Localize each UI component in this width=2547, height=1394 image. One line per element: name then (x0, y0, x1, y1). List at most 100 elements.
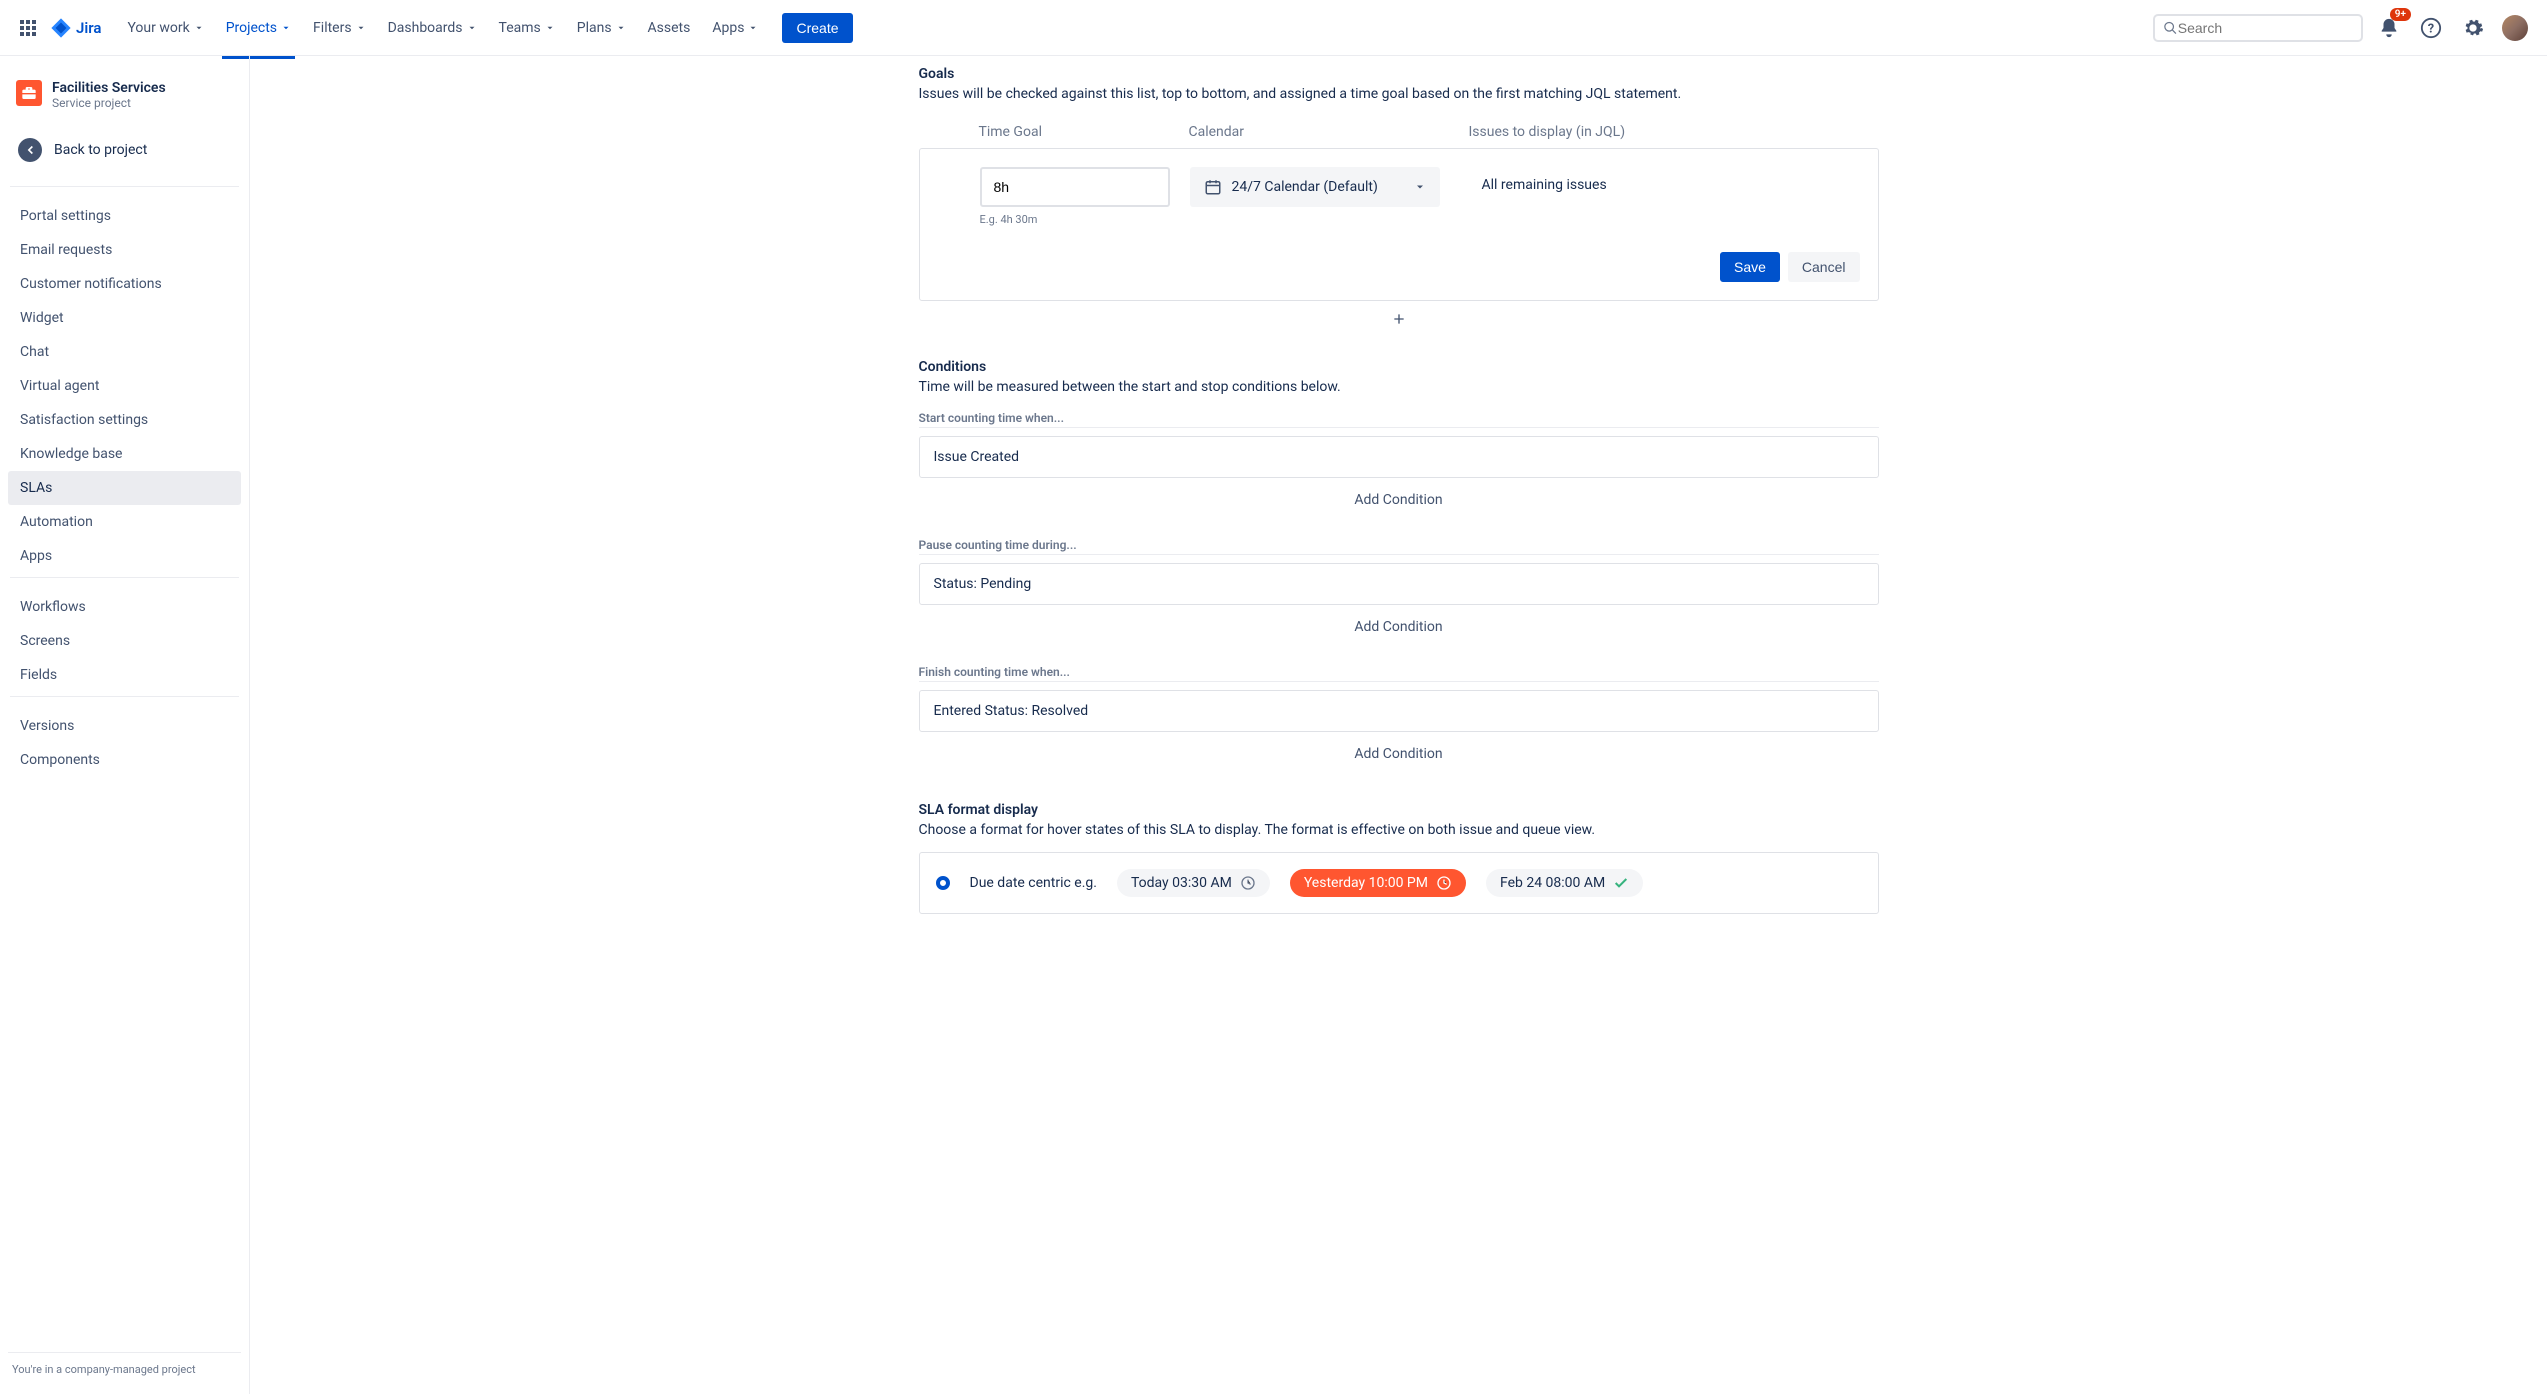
pause-condition-label: Pause counting time during... (919, 538, 1879, 555)
chevron-down-icon (545, 23, 555, 33)
sidebar-item-customer-notifications[interactable]: Customer notifications (8, 267, 241, 301)
divider (10, 577, 239, 578)
nav-item-label: Filters (313, 20, 352, 36)
goals-desc: Issues will be checked against this list… (919, 86, 1879, 102)
divider (10, 696, 239, 697)
nav-items: Your work Projects Filters Dashboards TeamsP… (117, 14, 768, 42)
sidebar-item-virtual-agent[interactable]: Virtual agent (8, 369, 241, 403)
nav-item-plans[interactable]: Plans (567, 14, 636, 42)
issues-jql-value: All remaining issues (1470, 167, 1860, 193)
sidebar-item-workflows[interactable]: Workflows (8, 590, 241, 624)
pill-text: Feb 24 08:00 AM (1500, 875, 1605, 891)
notification-badge: 9+ (2390, 8, 2411, 21)
sidebar-item-chat[interactable]: Chat (8, 335, 241, 369)
content: Goals Issues will be checked against thi… (250, 56, 2547, 1394)
search-input[interactable] (2178, 20, 2353, 36)
nav-item-dashboards[interactable]: Dashboards (378, 14, 487, 42)
sidebar: Facilities Services Service project Back… (0, 56, 250, 1394)
time-goal-example: E.g. 4h 30m (980, 213, 1190, 226)
nav-item-apps[interactable]: Apps (702, 14, 768, 42)
nav-item-teams[interactable]: Teams (489, 14, 565, 42)
sidebar-item-components[interactable]: Components (8, 743, 241, 777)
profile-button[interactable] (2499, 12, 2531, 44)
search-box[interactable] (2153, 14, 2363, 42)
sidebar-item-email-requests[interactable]: Email requests (8, 233, 241, 267)
notifications-button[interactable]: 9+ (2373, 12, 2405, 44)
plus-icon (1391, 311, 1407, 327)
sidebar-item-screens[interactable]: Screens (8, 624, 241, 658)
nav-item-filters[interactable]: Filters (303, 14, 376, 42)
sidebar-item-knowledge-base[interactable]: Knowledge base (8, 437, 241, 471)
start-condition-value[interactable]: Issue Created (919, 436, 1879, 478)
pause-condition-value[interactable]: Status: Pending (919, 563, 1879, 605)
finish-condition-label: Finish counting time when... (919, 665, 1879, 682)
create-button[interactable]: Create (782, 13, 852, 43)
sla-format-desc: Choose a format for hover states of this… (919, 822, 1879, 838)
sidebar-item-satisfaction-settings[interactable]: Satisfaction settings (8, 403, 241, 437)
add-goal-button[interactable] (919, 301, 1879, 337)
calendar-select[interactable]: 24/7 Calendar (Default) (1190, 167, 1440, 207)
footer-note: You're in a company-managed project (8, 1352, 241, 1386)
example-pill-overdue: Yesterday 10:00 PM (1290, 869, 1466, 897)
back-arrow-icon (18, 138, 42, 162)
clock-icon (1436, 875, 1452, 891)
time-goal-input[interactable] (980, 167, 1170, 207)
nav-item-assets[interactable]: Assets (638, 14, 701, 42)
sidebar-item-apps[interactable]: Apps (8, 539, 241, 573)
nav-item-label: Your work (127, 20, 189, 36)
nav-item-your-work[interactable]: Your work (117, 14, 213, 42)
project-name: Facilities Services (52, 80, 166, 96)
calendar-icon (1204, 178, 1222, 196)
pill-text: Yesterday 10:00 PM (1304, 875, 1428, 891)
sla-format-title: SLA format display (919, 802, 1879, 818)
add-condition-finish[interactable]: Add Condition (919, 732, 1879, 776)
gear-icon (2462, 17, 2484, 39)
chevron-down-icon (1414, 181, 1426, 193)
help-button[interactable]: ? (2415, 12, 2447, 44)
back-label: Back to project (54, 142, 147, 158)
header-time-goal: Time Goal (979, 124, 1189, 140)
project-header[interactable]: Facilities Services Service project (8, 76, 241, 126)
add-condition-start[interactable]: Add Condition (919, 478, 1879, 522)
sidebar-item-fields[interactable]: Fields (8, 658, 241, 692)
sidebar-item-versions[interactable]: Versions (8, 709, 241, 743)
project-icon (16, 80, 42, 106)
help-icon: ? (2420, 17, 2442, 39)
pill-text: Today 03:30 AM (1131, 875, 1232, 891)
cancel-button[interactable]: Cancel (1788, 252, 1860, 282)
clock-icon (1240, 875, 1256, 891)
nav-item-label: Dashboards (388, 20, 463, 36)
sidebar-item-widget[interactable]: Widget (8, 301, 241, 335)
add-condition-pause[interactable]: Add Condition (919, 605, 1879, 649)
settings-button[interactable] (2457, 12, 2489, 44)
search-icon (2163, 20, 2178, 36)
radio-selected-icon (936, 876, 950, 890)
start-condition-label: Start counting time when... (919, 411, 1879, 428)
example-pill-today: Today 03:30 AM (1117, 869, 1270, 897)
divider (10, 186, 239, 187)
save-button[interactable]: Save (1720, 252, 1780, 282)
sidebar-group-1: Portal settingsEmail requestsCustomer no… (8, 199, 241, 573)
jira-logo[interactable]: Jira (50, 17, 101, 39)
sidebar-item-automation[interactable]: Automation (8, 505, 241, 539)
conditions-title: Conditions (919, 359, 1879, 375)
project-type: Service project (52, 96, 166, 110)
sidebar-item-slas[interactable]: SLAs (8, 471, 241, 505)
check-icon (1613, 875, 1629, 891)
app-switcher-icon[interactable] (16, 16, 40, 40)
sidebar-item-portal-settings[interactable]: Portal settings (8, 199, 241, 233)
goal-headers: Time Goal Calendar Issues to display (in… (919, 116, 1879, 148)
sla-format-option[interactable]: Due date centric e.g. Today 03:30 AM Yes… (919, 852, 1879, 914)
calendar-value: 24/7 Calendar (Default) (1232, 179, 1404, 195)
back-to-project[interactable]: Back to project (8, 130, 241, 170)
sidebar-group-2: WorkflowsScreensFields (8, 590, 241, 692)
avatar-icon (2502, 15, 2528, 41)
chevron-down-icon (194, 23, 204, 33)
nav-item-projects[interactable]: Projects (216, 14, 301, 42)
sla-format-option-label: Due date centric e.g. (970, 875, 1097, 891)
chevron-down-icon (748, 23, 758, 33)
finish-condition-value[interactable]: Entered Status: Resolved (919, 690, 1879, 732)
chevron-down-icon (281, 23, 291, 33)
chevron-down-icon (616, 23, 626, 33)
goals-title: Goals (919, 66, 1879, 82)
